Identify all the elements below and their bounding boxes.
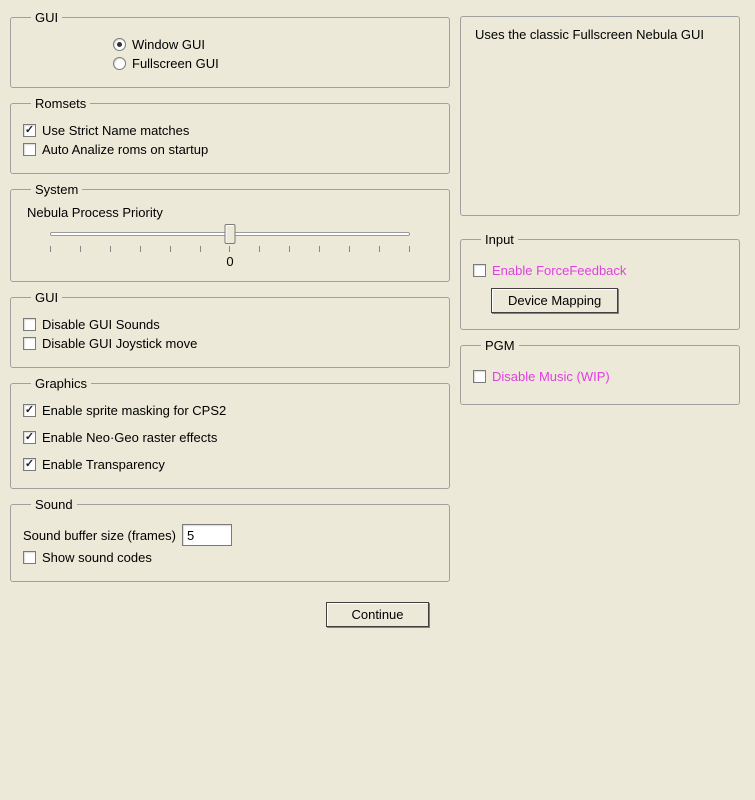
pgm-group: PGM ✓ Disable Music (WIP) xyxy=(460,338,740,405)
checkbox-strict-names[interactable]: ✓ xyxy=(23,124,36,137)
romsets-legend: Romsets xyxy=(31,96,90,111)
transparency-label: Enable Transparency xyxy=(42,457,165,472)
gui-options-legend: GUI xyxy=(31,290,62,305)
radio-window-gui[interactable] xyxy=(113,38,126,51)
footer: Continue xyxy=(10,602,745,627)
gui-mode-group: GUI Window GUI Fullscreen GUI xyxy=(10,10,450,88)
checkbox-show-sound-codes[interactable]: ✓ xyxy=(23,551,36,564)
priority-slider[interactable] xyxy=(50,226,410,252)
graphics-group: Graphics ✓ Enable sprite masking for CPS… xyxy=(10,376,450,489)
disable-music-label: Disable Music (WIP) xyxy=(492,369,610,384)
checkbox-force-feedback[interactable]: ✓ xyxy=(473,264,486,277)
priority-label: Nebula Process Priority xyxy=(27,205,437,220)
input-legend: Input xyxy=(481,232,518,247)
disable-gui-joystick-label: Disable GUI Joystick move xyxy=(42,336,197,351)
buffer-size-label: Sound buffer size (frames) xyxy=(23,528,176,543)
checkbox-transparency[interactable]: ✓ xyxy=(23,458,36,471)
checkbox-disable-gui-sounds[interactable]: ✓ xyxy=(23,318,36,331)
disable-gui-sounds-label: Disable GUI Sounds xyxy=(42,317,160,332)
right-column: Uses the classic Fullscreen Nebula GUI I… xyxy=(460,10,740,590)
pgm-legend: PGM xyxy=(481,338,519,353)
device-mapping-button[interactable]: Device Mapping xyxy=(491,288,618,313)
priority-value: 0 xyxy=(31,254,429,269)
strict-names-label: Use Strict Name matches xyxy=(42,123,189,138)
show-sound-codes-label: Show sound codes xyxy=(42,550,152,565)
graphics-legend: Graphics xyxy=(31,376,91,391)
sound-legend: Sound xyxy=(31,497,77,512)
romsets-group: Romsets ✓ Use Strict Name matches ✓ Auto… xyxy=(10,96,450,174)
checkbox-disable-gui-joystick[interactable]: ✓ xyxy=(23,337,36,350)
radio-window-gui-label: Window GUI xyxy=(132,37,205,52)
checkbox-raster-effects[interactable]: ✓ xyxy=(23,431,36,444)
gui-options-group: GUI ✓ Disable GUI Sounds ✓ Disable GUI J… xyxy=(10,290,450,368)
input-group: Input ✓ Enable ForceFeedback Device Mapp… xyxy=(460,232,740,330)
description-text: Uses the classic Fullscreen Nebula GUI xyxy=(475,27,704,42)
auto-analize-label: Auto Analize roms on startup xyxy=(42,142,208,157)
radio-fullscreen-gui-label: Fullscreen GUI xyxy=(132,56,219,71)
settings-dialog: GUI Window GUI Fullscreen GUI Romsets ✓ … xyxy=(10,10,745,590)
buffer-size-input[interactable] xyxy=(182,524,232,546)
raster-effects-label: Enable Neo·Geo raster effects xyxy=(42,430,217,445)
system-group: System Nebula Process Priority 0 xyxy=(10,182,450,282)
checkbox-disable-music[interactable]: ✓ xyxy=(473,370,486,383)
checkbox-sprite-masking[interactable]: ✓ xyxy=(23,404,36,417)
checkbox-auto-analize[interactable]: ✓ xyxy=(23,143,36,156)
continue-button[interactable]: Continue xyxy=(326,602,428,627)
system-legend: System xyxy=(31,182,82,197)
force-feedback-label: Enable ForceFeedback xyxy=(492,263,626,278)
sound-group: Sound Sound buffer size (frames) ✓ Show … xyxy=(10,497,450,582)
gui-mode-legend: GUI xyxy=(31,10,62,25)
description-panel: Uses the classic Fullscreen Nebula GUI xyxy=(460,16,740,216)
radio-fullscreen-gui[interactable] xyxy=(113,57,126,70)
sprite-masking-label: Enable sprite masking for CPS2 xyxy=(42,403,226,418)
left-column: GUI Window GUI Fullscreen GUI Romsets ✓ … xyxy=(10,10,450,590)
